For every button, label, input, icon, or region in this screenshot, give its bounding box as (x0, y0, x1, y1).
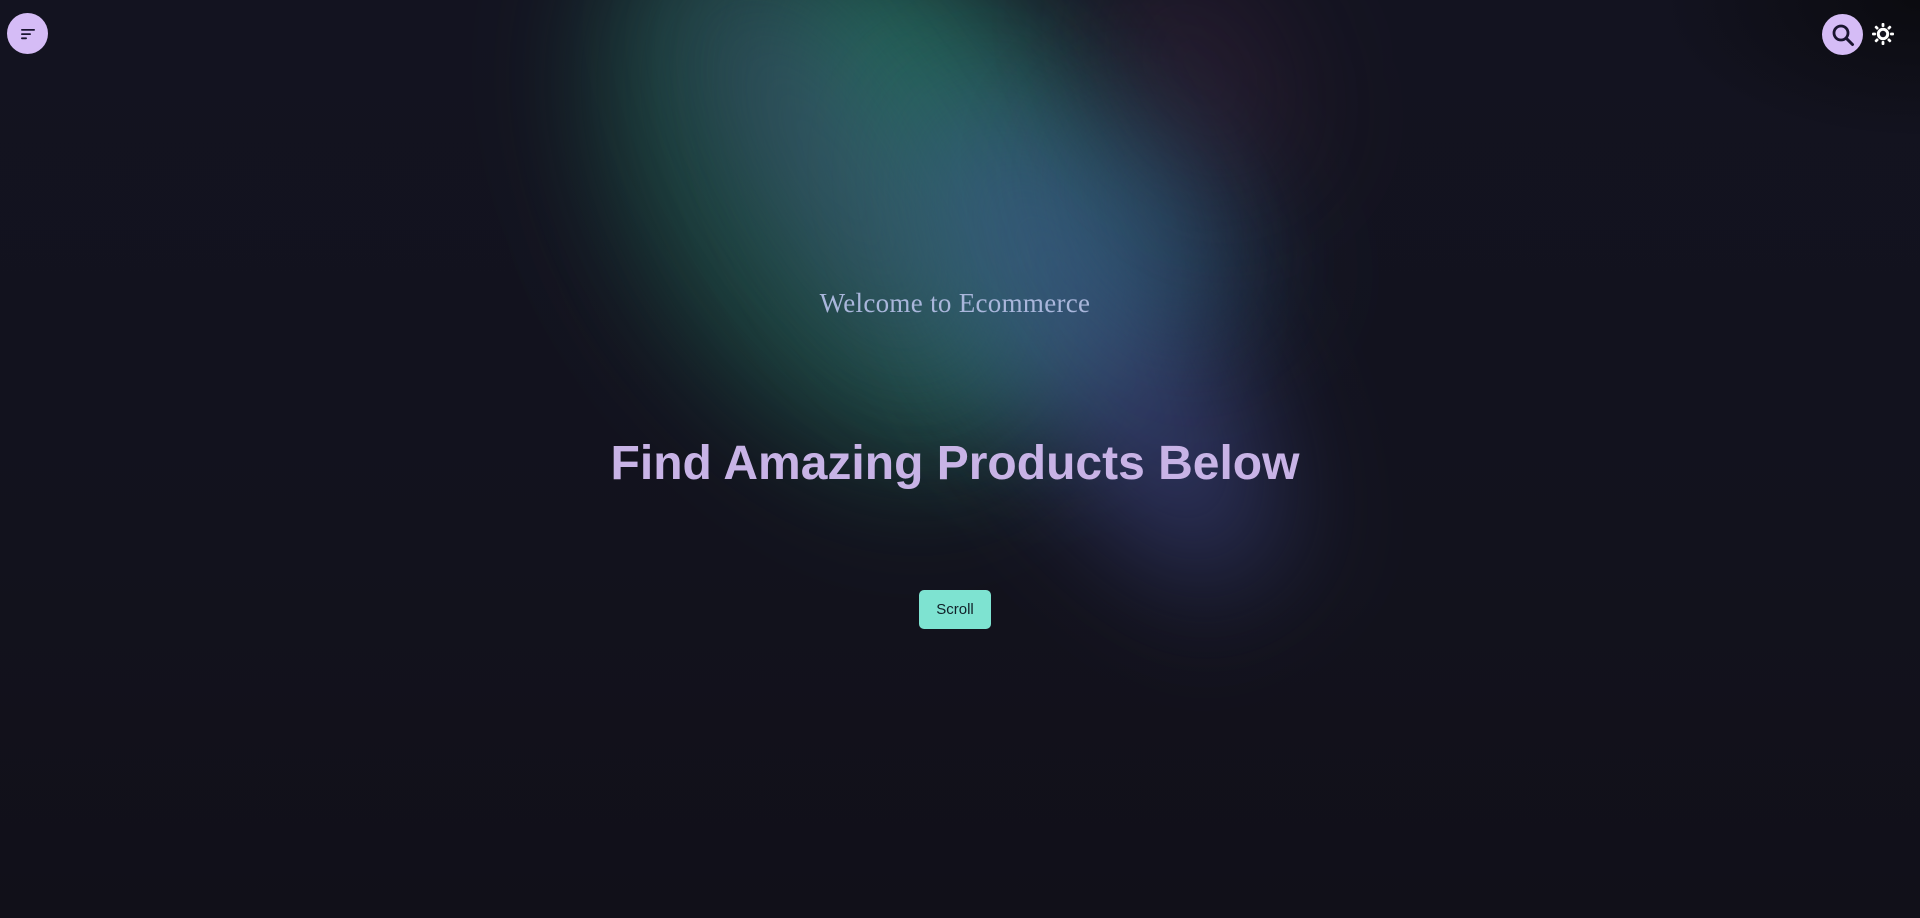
hero-headline: Find Amazing Products Below (610, 437, 1300, 490)
hero-section: Welcome to Ecommerce Find Amazing Produc… (0, 0, 1920, 918)
aurora-glow (1063, 0, 1337, 223)
search-icon (1832, 24, 1854, 46)
aurora-glow (705, 0, 1235, 480)
menu-button[interactable] (7, 13, 48, 54)
welcome-text: Welcome to Ecommerce (819, 288, 1091, 318)
sun-icon (1872, 23, 1894, 45)
scroll-button[interactable]: Scroll (919, 590, 991, 629)
aurora-glow (866, 49, 1334, 631)
menu-lines-icon (20, 28, 35, 39)
search-button[interactable] (1822, 14, 1863, 55)
theme-toggle-button[interactable] (1870, 20, 1896, 48)
aurora-glow (648, 0, 1012, 403)
